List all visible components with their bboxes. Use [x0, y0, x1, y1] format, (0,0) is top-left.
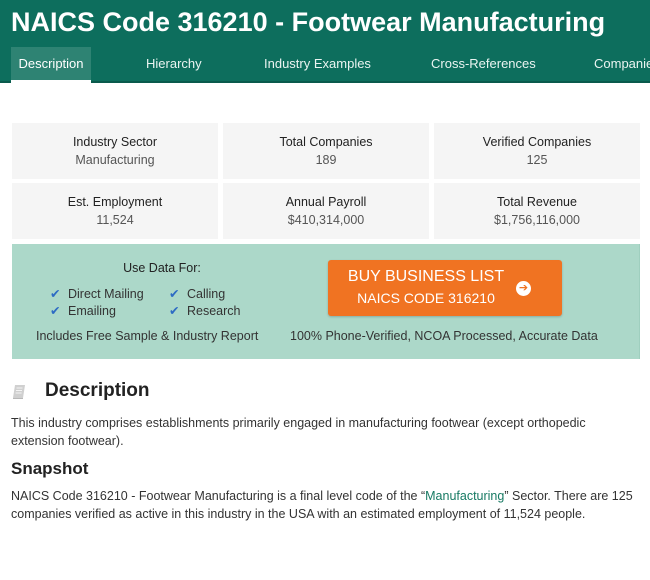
stat-value: $410,314,000 [287, 213, 365, 227]
tab-cross-references[interactable]: Cross-References [431, 47, 536, 83]
use-item-emailing: ✔ Emailing [50, 303, 116, 318]
snapshot-title: Snapshot [11, 459, 89, 478]
use-item-label: Emailing [68, 304, 116, 318]
use-item-label: Direct Mailing [68, 287, 144, 301]
book-icon [13, 385, 25, 399]
stat-label: Annual Payroll [285, 195, 367, 209]
use-item-label: Calling [187, 287, 226, 301]
stat-value: Manufacturing [75, 153, 155, 167]
arrow-circle-right-icon: ➔ [516, 281, 531, 296]
includes-note: Includes Free Sample & Industry Report [36, 329, 259, 343]
use-data-title: Use Data For: [123, 261, 201, 275]
tab-industry-examples[interactable]: Industry Examples [264, 47, 371, 83]
stat-total-companies: Total Companies 189 [223, 123, 429, 179]
stat-total-revenue: Total Revenue $1,756,116,000 [434, 183, 640, 239]
accuracy-note: 100% Phone-Verified, NCOA Processed, Acc… [290, 329, 598, 343]
snapshot-text: NAICS Code 316210 - Footwear Manufacturi… [11, 487, 636, 523]
snapshot-text-before: NAICS Code 316210 - Footwear Manufacturi… [11, 489, 426, 503]
page-title: NAICS Code 316210 - Footwear Manufacturi… [11, 7, 606, 37]
stat-annual-payroll: Annual Payroll $410,314,000 [223, 183, 429, 239]
stat-value: 189 [315, 153, 337, 167]
stat-label: Verified Companies [482, 135, 592, 149]
stat-est-employment: Est. Employment 11,524 [12, 183, 218, 239]
use-item-direct-mailing: ✔ Direct Mailing [50, 286, 144, 301]
promo-panel: Use Data For: ✔ Direct Mailing ✔ Calling ✔… [12, 244, 640, 359]
use-item-label: Research [187, 304, 241, 318]
stat-value: $1,756,116,000 [494, 213, 580, 227]
stat-verified-companies: Verified Companies 125 [434, 123, 640, 179]
check-icon: ✔ [169, 287, 180, 301]
stat-industry-sector: Industry Sector Manufacturing [12, 123, 218, 179]
description-text: This industry comprises establishments p… [11, 416, 586, 448]
stat-value: 11,524 [96, 213, 134, 227]
stat-label: Industry Sector [72, 135, 158, 149]
stat-value: 125 [526, 153, 548, 167]
tab-companies[interactable]: Companies [594, 47, 650, 83]
check-icon: ✔ [50, 287, 61, 301]
stat-label: Total Revenue [497, 195, 577, 209]
check-icon: ✔ [50, 304, 61, 318]
check-icon: ✔ [169, 304, 180, 318]
stat-label: Est. Employment [67, 195, 163, 209]
tab-description[interactable]: Description [11, 47, 91, 83]
buy-business-list-button[interactable]: BUY BUSINESS LIST NAICS CODE 316210 ➔ [328, 260, 562, 316]
stat-label: Total Companies [279, 135, 373, 149]
tab-bar: Description Hierarchy Industry Examples … [0, 47, 650, 83]
use-item-calling: ✔ Calling [169, 286, 225, 301]
buy-button-line2: NAICS CODE 316210 [357, 290, 495, 306]
sector-link[interactable]: Manufacturing [425, 489, 504, 503]
buy-button-line1: BUY BUSINESS LIST [347, 268, 505, 285]
tab-hierarchy[interactable]: Hierarchy [146, 47, 202, 83]
description-title: Description [45, 380, 150, 401]
page-header: NAICS Code 316210 - Footwear Manufacturi… [0, 0, 650, 83]
use-item-research: ✔ Research [169, 303, 241, 318]
